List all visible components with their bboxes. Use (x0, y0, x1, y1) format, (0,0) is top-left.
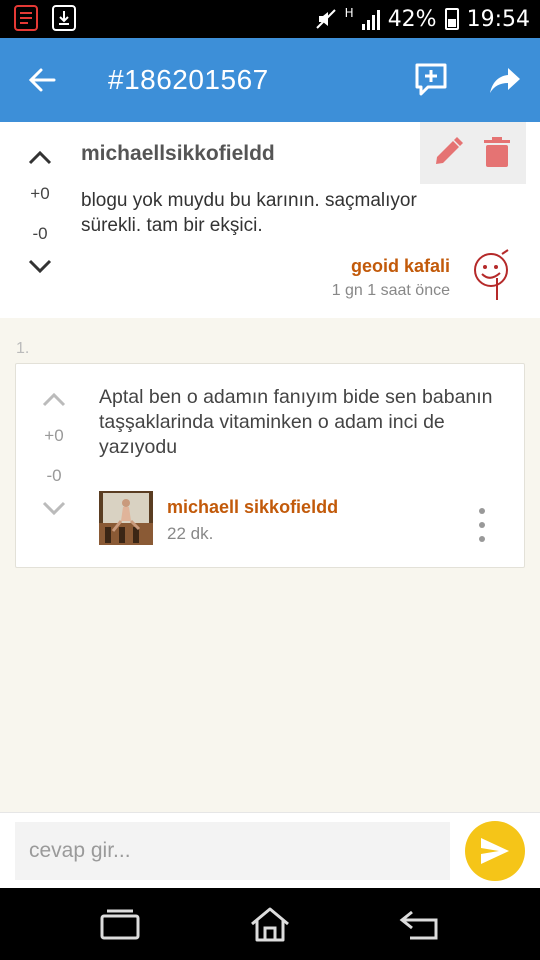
entry-card: +0 -0 michaellsikkofieldd blogu yok muyd… (0, 122, 540, 318)
reply-author-name[interactable]: michaell sikkofieldd (167, 497, 338, 518)
back-nav-icon[interactable] (398, 906, 442, 942)
entry-text: blogu yok muydu bu karının. saçmalıyor s… (81, 190, 417, 236)
notification-app-icon (14, 5, 38, 31)
reply-text: Aptal ben o adamın fanıyım bide sen baba… (99, 386, 493, 458)
entry-vote-column: +0 -0 (18, 144, 62, 284)
share-icon[interactable] (488, 62, 524, 98)
upvote-count: +0 (44, 426, 64, 445)
send-button[interactable] (465, 821, 525, 881)
recent-apps-icon[interactable] (98, 906, 142, 942)
downvote-count: -0 (46, 466, 62, 485)
status-bar: H 42% 19:54 (0, 0, 540, 38)
entry-author[interactable]: michaellsikkofieldd (81, 142, 275, 166)
downvote-icon[interactable] (18, 254, 62, 284)
app-bar: #186201567 (0, 38, 540, 122)
signal-icon (361, 8, 380, 30)
downvote-count: -0 (32, 224, 48, 243)
reply-card: +0 -0 Aptal ben o adamın fanıyım bide se… (15, 363, 525, 568)
add-comment-icon[interactable] (414, 62, 450, 98)
reply-input[interactable] (15, 822, 450, 880)
entry-timestamp: 1 gn 1 saat önce (331, 282, 450, 299)
clock: 19:54 (466, 6, 530, 32)
delete-icon[interactable] (482, 136, 516, 170)
back-arrow-icon[interactable] (26, 60, 60, 100)
download-icon (52, 5, 76, 31)
upvote-count: +0 (30, 184, 50, 203)
reply-input-bar (0, 812, 540, 888)
reply-timestamp: 22 dk. (167, 524, 214, 543)
home-icon[interactable] (248, 906, 292, 942)
page-title: #186201567 (108, 64, 269, 95)
battery-icon (444, 8, 459, 30)
more-options-icon[interactable] (474, 508, 490, 542)
system-nav-bar (0, 888, 540, 960)
upvote-icon[interactable] (18, 144, 62, 174)
poster-avatar[interactable] (470, 248, 516, 304)
edit-icon[interactable] (432, 136, 466, 170)
reply-vote-column: +0 -0 (32, 386, 76, 526)
upvote-icon[interactable] (32, 386, 76, 416)
reply-author-avatar[interactable] (99, 491, 153, 545)
downvote-icon[interactable] (32, 496, 76, 526)
mute-icon (315, 9, 336, 29)
send-icon (481, 838, 509, 864)
network-type-label: H (344, 6, 354, 20)
entry-tools (420, 122, 526, 184)
entry-poster-name[interactable]: geoid kafali (351, 256, 450, 277)
battery-percent: 42% (387, 6, 437, 32)
reply-index: 1. (16, 340, 30, 357)
